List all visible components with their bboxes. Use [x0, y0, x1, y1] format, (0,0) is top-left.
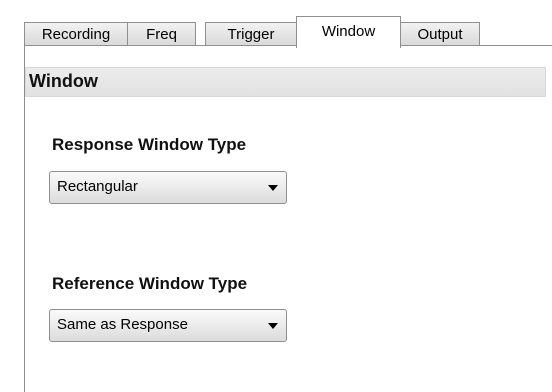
tab-recording[interactable]: Recording — [24, 22, 128, 47]
reference-window-type-value: Same as Response — [57, 316, 188, 333]
tab-trigger[interactable]: Trigger — [205, 22, 297, 47]
chevron-down-icon — [268, 185, 278, 191]
reference-window-type-dropdown[interactable]: Same as Response — [49, 309, 287, 342]
tab-freq[interactable]: Freq — [127, 22, 196, 47]
tab-recording-label: Recording — [41, 26, 111, 43]
window-settings-dialog: Recording Freq Trigger Window Output Win… — [0, 0, 552, 392]
window-tab-panel: Window Response Window Type Rectangular … — [24, 45, 552, 392]
chevron-down-icon — [268, 323, 278, 329]
tab-output-label: Output — [417, 26, 463, 43]
tab-trigger-label: Trigger — [227, 26, 275, 43]
reference-window-type-label: Reference Window Type — [52, 274, 248, 293]
section-header: Window — [25, 67, 546, 97]
tab-window-label: Window — [321, 23, 376, 40]
tab-strip: Recording Freq Trigger Window Output — [24, 16, 552, 48]
response-window-type-dropdown[interactable]: Rectangular — [49, 171, 287, 204]
tab-output[interactable]: Output — [400, 22, 480, 47]
tab-window[interactable]: Window — [296, 16, 401, 48]
response-window-type-label: Response Window Type — [52, 135, 247, 154]
response-window-type-value: Rectangular — [57, 178, 138, 195]
tab-freq-label: Freq — [146, 26, 177, 43]
section-title: Window — [29, 71, 98, 91]
